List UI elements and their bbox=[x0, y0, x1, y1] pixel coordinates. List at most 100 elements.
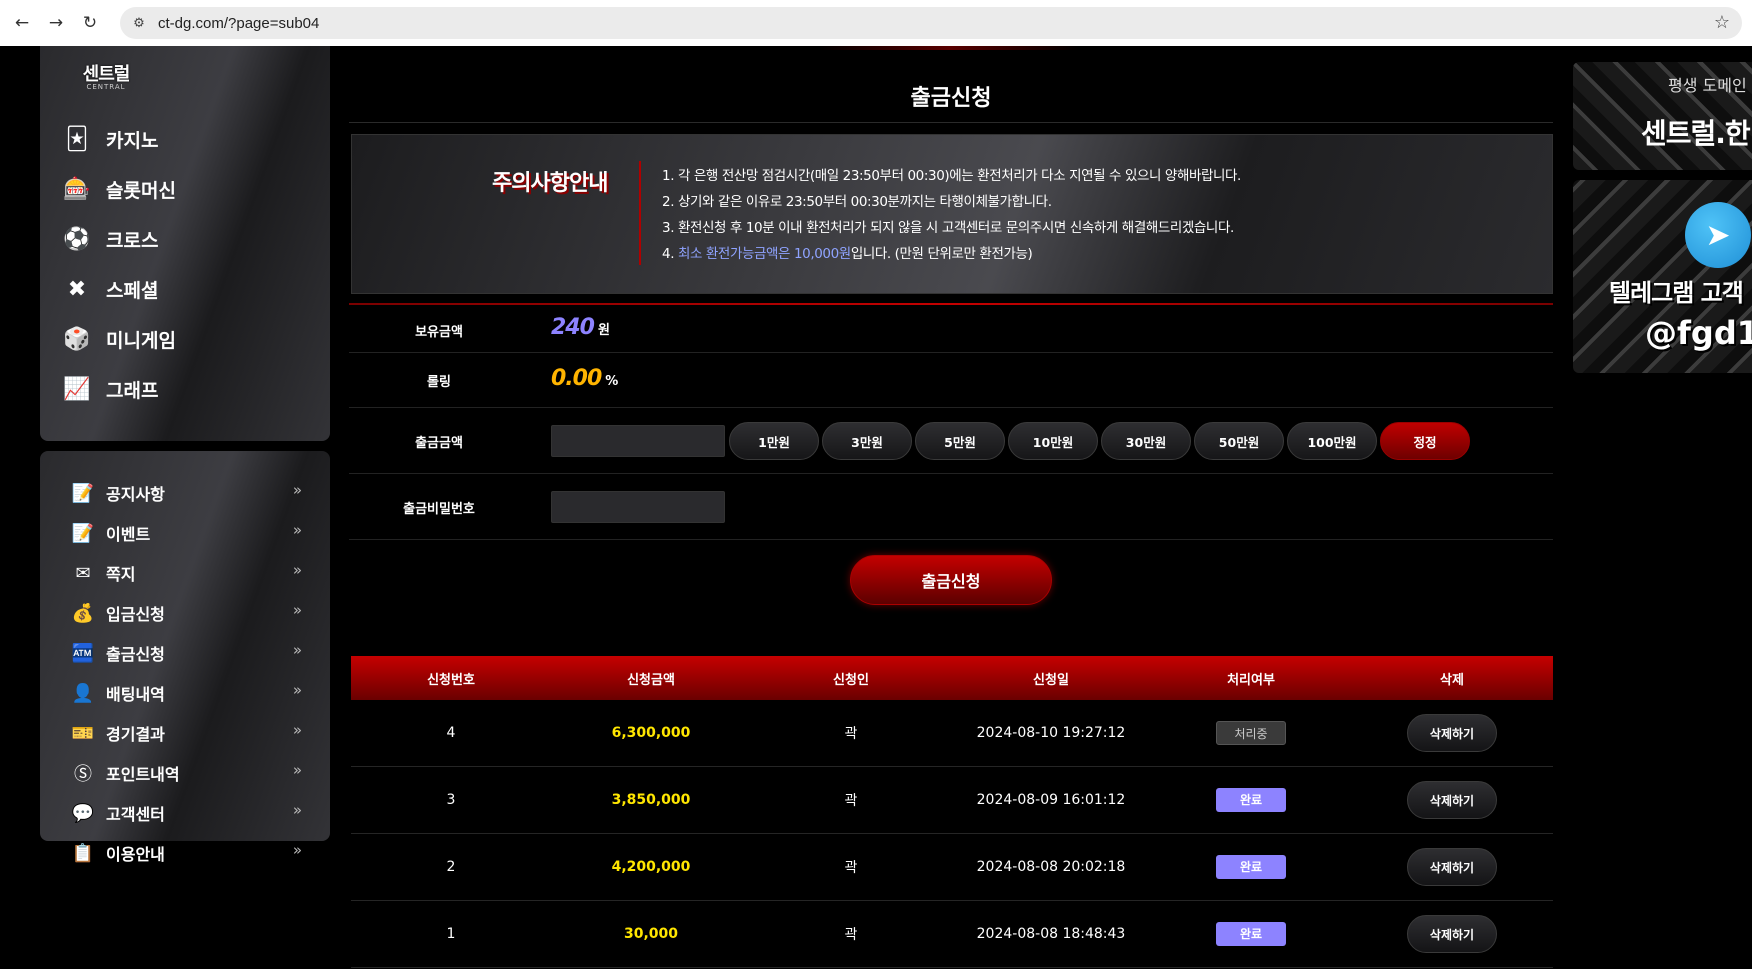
side-menu-item[interactable]: 📝 공지사항 » bbox=[70, 473, 310, 513]
password-label: 출금비밀번호 bbox=[403, 502, 475, 517]
guide-icon: 📋 bbox=[71, 842, 95, 864]
amount-preset-button[interactable]: 50만원 bbox=[1194, 422, 1284, 460]
table-row: 3 3,850,000 곽 2024-08-09 16:01:12 완료 삭제하기 bbox=[351, 767, 1553, 834]
betting-history-icon: 👤 bbox=[71, 682, 95, 704]
table-row: 1 30,000 곽 2024-08-08 18:48:43 완료 삭제하기 bbox=[351, 901, 1553, 968]
request-amount: 4,200,000 bbox=[611, 859, 691, 875]
balance-unit: 원 bbox=[597, 323, 610, 338]
telegram-icon: ➤ bbox=[1685, 202, 1751, 268]
requester-name: 곽 bbox=[844, 927, 858, 943]
withdraw-submit-button[interactable]: 출금신청 bbox=[850, 555, 1052, 605]
reload-icon[interactable]: ↻ bbox=[73, 6, 107, 40]
game-menu-label: 카지노 bbox=[106, 129, 159, 152]
game-menu-label: 스페셜 bbox=[106, 279, 159, 302]
address-bar[interactable]: ⚙ ct-dg.com/?page=sub04 ☆ bbox=[120, 7, 1742, 39]
status-cell: 완료 bbox=[1151, 855, 1351, 879]
site-settings-icon[interactable]: ⚙ bbox=[124, 8, 154, 38]
url-text[interactable]: ct-dg.com/?page=sub04 bbox=[158, 15, 319, 32]
game-menu-item[interactable]: ⚽ 크로스 bbox=[62, 214, 176, 264]
status-cell: 완료 bbox=[1151, 788, 1351, 812]
delete-button[interactable]: 삭제하기 bbox=[1407, 781, 1497, 819]
double-chevron-right-icon: » bbox=[292, 681, 302, 699]
main-content: 출금신청 주의사항안내 1. 각 은행 전산망 점검시간(매일 23:50부터 … bbox=[349, 46, 1553, 969]
game-menu-item[interactable]: 🃏 카지노 bbox=[62, 114, 176, 164]
bookmark-star-icon[interactable]: ☆ bbox=[1714, 12, 1730, 33]
amount-preset-button[interactable]: 30만원 bbox=[1101, 422, 1191, 460]
request-number: 4 bbox=[446, 725, 456, 741]
reset-amount-button[interactable]: 정정 bbox=[1380, 422, 1470, 460]
request-amount: 3,850,000 bbox=[611, 792, 691, 808]
amount-preset-button[interactable]: 100만원 bbox=[1287, 422, 1377, 460]
request-date: 2024-08-08 18:48:43 bbox=[976, 926, 1126, 942]
request-date: 2024-08-10 19:27:12 bbox=[976, 725, 1126, 741]
forward-arrow-icon[interactable]: → bbox=[39, 6, 73, 40]
request-date: 2024-08-09 16:01:12 bbox=[976, 792, 1126, 808]
amount-preset-button[interactable]: 5만원 bbox=[915, 422, 1005, 460]
mail-icon: ✉ bbox=[75, 562, 91, 584]
game-menu-item[interactable]: 📈 그래프 bbox=[62, 364, 176, 414]
support-icon: 💬 bbox=[71, 802, 95, 824]
event-icon: 📝 bbox=[71, 522, 95, 544]
crossed-sticks-icon: ✖ bbox=[67, 276, 87, 302]
double-chevron-right-icon: » bbox=[292, 481, 302, 499]
delete-button[interactable]: 삭제하기 bbox=[1407, 848, 1497, 886]
requester-name: 곽 bbox=[844, 793, 858, 809]
history-table-header: 신청번호 신청금액 신청인 신청일 처리여부 삭제 bbox=[351, 656, 1553, 700]
notice-list: 1. 각 은행 전산망 점검시간(매일 23:50부터 00:30)에는 환전처… bbox=[662, 163, 1241, 267]
side-menu-item[interactable]: ✉ 쪽지 » bbox=[70, 553, 310, 593]
side-menu-label: 이용안내 bbox=[106, 845, 165, 864]
rolling-value: 0.00 bbox=[551, 366, 602, 391]
side-menu-item[interactable]: 🏧 출금신청 » bbox=[70, 633, 310, 673]
deposit-icon: 💰 bbox=[71, 602, 95, 624]
domain-banner[interactable]: 평생 도메인 센트럴.한 bbox=[1573, 62, 1752, 170]
minigame-icon: 🎲 bbox=[63, 326, 91, 352]
game-menu: 🃏 카지노 🎰 슬롯머신 ⚽ 크로스 ✖ 스페셜 🎲 미니게임 📈 그래프 bbox=[62, 114, 176, 414]
table-header-cell: 신청일 bbox=[1033, 672, 1069, 688]
game-menu-label: 그래프 bbox=[106, 379, 159, 402]
slot-icon: 🎰 bbox=[63, 176, 91, 202]
status-cell: 처리중 bbox=[1151, 721, 1351, 745]
table-header-cell: 삭제 bbox=[1440, 672, 1464, 688]
notice-line-4-highlight: 최소 환전가능금액은 10,000원 bbox=[677, 246, 851, 262]
side-menu-item[interactable]: 💬 고객센터 » bbox=[70, 793, 310, 833]
delete-button[interactable]: 삭제하기 bbox=[1407, 915, 1497, 953]
double-chevron-right-icon: » bbox=[292, 561, 302, 579]
double-chevron-right-icon: » bbox=[292, 601, 302, 619]
side-menu-label: 고객센터 bbox=[106, 805, 165, 824]
rolling-value-wrap: 0.00% bbox=[551, 366, 618, 391]
game-menu-label: 크로스 bbox=[106, 229, 159, 252]
amount-preset-button[interactable]: 3만원 bbox=[822, 422, 912, 460]
table-header-cell: 신청인 bbox=[833, 672, 869, 688]
withdraw-password-input[interactable] bbox=[551, 491, 725, 523]
rolling-unit: % bbox=[605, 374, 618, 389]
game-menu-item[interactable]: 🎰 슬롯머신 bbox=[62, 164, 176, 214]
side-menu-item[interactable]: 📋 이용안내 » bbox=[70, 833, 310, 873]
notice-line-1: 1. 각 은행 전산망 점검시간(매일 23:50부터 00:30)에는 환전처… bbox=[662, 168, 1241, 184]
game-menu-item[interactable]: ✖ 스페셜 bbox=[62, 264, 176, 314]
site-logo[interactable]: 센트럴 CENTRAL bbox=[76, 60, 136, 91]
telegram-banner-caption: 텔레그램 고객 bbox=[1609, 279, 1744, 307]
amount-preset-button[interactable]: 10만원 bbox=[1008, 422, 1098, 460]
back-arrow-icon[interactable]: ← bbox=[5, 6, 39, 40]
side-menu-label: 공지사항 bbox=[106, 485, 165, 504]
side-menu-item[interactable]: 📝 이벤트 » bbox=[70, 513, 310, 553]
table-header-cell: 처리여부 bbox=[1227, 672, 1275, 688]
amount-preset-button[interactable]: 1만원 bbox=[729, 422, 819, 460]
delete-button[interactable]: 삭제하기 bbox=[1407, 714, 1497, 752]
delete-cell: 삭제하기 bbox=[1351, 848, 1553, 886]
side-menu-item[interactable]: Ⓢ 포인트내역 » bbox=[70, 753, 310, 793]
side-menu-item[interactable]: 👤 배팅내역 » bbox=[70, 673, 310, 713]
double-chevron-right-icon: » bbox=[292, 841, 302, 859]
status-badge: 완료 bbox=[1216, 922, 1286, 946]
balance-value-wrap: 240 원 bbox=[551, 315, 610, 340]
side-menu-label: 입금신청 bbox=[106, 605, 165, 624]
telegram-banner[interactable]: ➤ 텔레그램 고객 @fgd1 bbox=[1573, 180, 1752, 373]
double-chevron-right-icon: » bbox=[292, 641, 302, 659]
game-menu-label: 슬롯머신 bbox=[106, 179, 176, 202]
notice-line-3: 3. 환전신청 후 10분 이내 환전처리가 되지 않을 시 고객센터로 문의주… bbox=[662, 220, 1234, 236]
side-menu-item[interactable]: 💰 입금신청 » bbox=[70, 593, 310, 633]
withdraw-amount-input[interactable] bbox=[551, 425, 725, 457]
game-menu-item[interactable]: 🎲 미니게임 bbox=[62, 314, 176, 364]
side-menu-item[interactable]: 🎫 경기결과 » bbox=[70, 713, 310, 753]
balance-label: 보유금액 bbox=[415, 325, 463, 340]
